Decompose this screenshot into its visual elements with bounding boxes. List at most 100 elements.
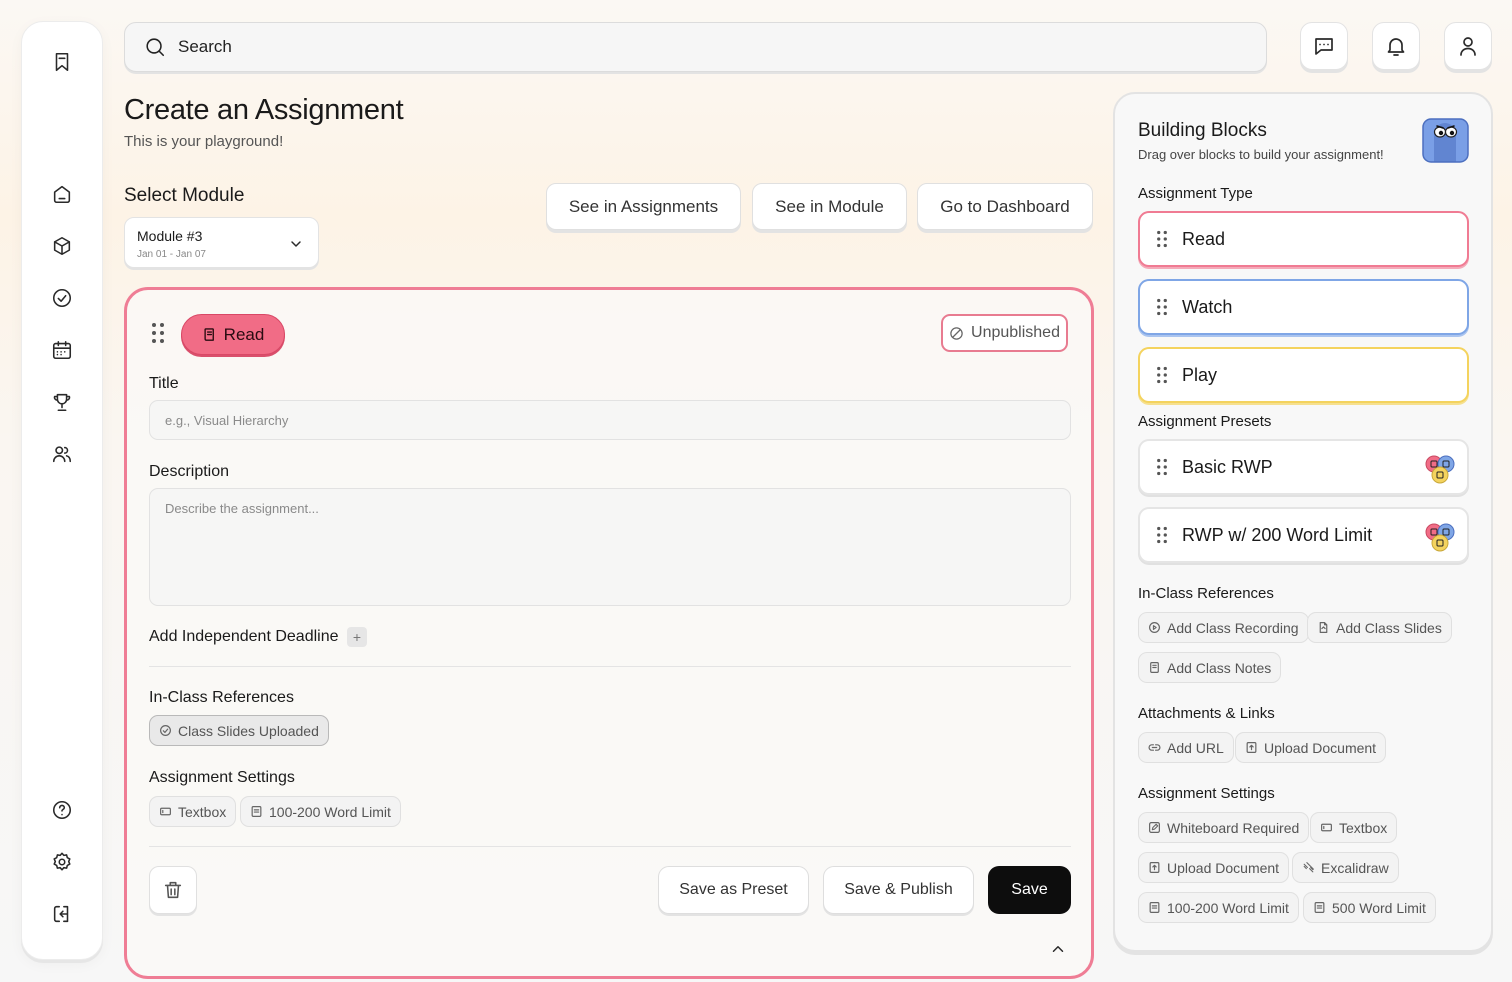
- bell-icon: [1384, 34, 1408, 58]
- chip-label: 100-200 Word Limit: [1167, 899, 1289, 916]
- references-label: In-Class References: [149, 689, 294, 706]
- chip-label: Excalidraw: [1321, 859, 1389, 876]
- setting-chip-textbox[interactable]: Textbox: [149, 796, 237, 827]
- see-in-assignments-button[interactable]: See in Assignments: [546, 183, 741, 230]
- save-as-preset-button[interactable]: Save as Preset: [658, 866, 809, 914]
- panel-title: Building Blocks: [1138, 120, 1267, 141]
- module-select[interactable]: Module #3 Jan 01 - Jan 07: [124, 217, 319, 268]
- add-class-slides-chip[interactable]: Add Class Slides: [1307, 612, 1452, 643]
- home-icon[interactable]: [51, 183, 73, 205]
- upload-document-setting-chip[interactable]: Upload Document: [1138, 852, 1290, 883]
- panel-subtitle: Drag over blocks to build your assignmen…: [1138, 147, 1384, 162]
- assignment-type-badge[interactable]: Read: [181, 314, 285, 355]
- block-label: RWP w/ 200 Word Limit: [1182, 524, 1373, 545]
- chip-label: Add Class Recording: [1167, 619, 1299, 636]
- assignment-type-label: Read: [223, 324, 265, 344]
- chip-label: Upload Document: [1264, 739, 1377, 756]
- add-class-notes-chip[interactable]: Add Class Notes: [1138, 652, 1282, 683]
- word-limit-icon: [1148, 901, 1161, 914]
- see-in-module-button[interactable]: See in Module: [752, 183, 907, 230]
- drag-handle-icon: [1156, 230, 1168, 248]
- excalidraw-chip[interactable]: Excalidraw: [1292, 852, 1399, 883]
- mascot-icon: [1422, 118, 1469, 163]
- cube-icon[interactable]: [51, 235, 73, 257]
- upload-icon: [1245, 741, 1258, 754]
- textbox-icon: [1320, 821, 1333, 834]
- chip-label: Upload Document: [1167, 859, 1280, 876]
- rwp-badge-icon: [1423, 454, 1457, 486]
- description-label: Description: [149, 463, 230, 480]
- attachments-label: Attachments & Links: [1138, 705, 1275, 722]
- check-circle-icon[interactable]: [51, 287, 73, 309]
- chip-label: Add Class Notes: [1167, 659, 1272, 676]
- block-label: Play: [1182, 364, 1218, 385]
- trophy-icon[interactable]: [51, 391, 73, 413]
- search-icon: [144, 36, 166, 58]
- publish-status-label: Unpublished: [971, 324, 1060, 341]
- add-deadline-button[interactable]: +: [347, 627, 367, 647]
- word-limit-500-chip[interactable]: 500 Word Limit: [1303, 892, 1436, 923]
- plus-icon: +: [352, 629, 362, 645]
- upload-document-chip[interactable]: Upload Document: [1235, 732, 1387, 763]
- user-icon: [1456, 34, 1480, 58]
- search-input[interactable]: [178, 37, 1078, 57]
- module-dates: Jan 01 - Jan 07: [137, 249, 206, 260]
- deadline-label: Add Independent Deadline: [149, 628, 339, 645]
- divider: [149, 666, 1071, 667]
- save-button[interactable]: Save: [988, 866, 1071, 914]
- chip-label: Add Class Slides: [1336, 619, 1442, 636]
- rwp-badge-icon: [1423, 522, 1457, 554]
- presets-label: Assignment Presets: [1138, 413, 1272, 430]
- block-play[interactable]: Play: [1138, 347, 1469, 403]
- drag-handle-icon: [1156, 366, 1168, 384]
- sidebar: [21, 21, 103, 960]
- chevron-up-icon[interactable]: [1049, 940, 1067, 958]
- messages-button[interactable]: [1300, 22, 1348, 70]
- add-url-chip[interactable]: Add URL: [1138, 732, 1234, 763]
- block-read[interactable]: Read: [1138, 211, 1469, 267]
- word-limit-icon: [1313, 901, 1326, 914]
- calendar-icon[interactable]: [51, 339, 73, 361]
- preset-basic-rwp[interactable]: Basic RWP: [1138, 439, 1469, 495]
- title-input[interactable]: [149, 400, 1071, 440]
- chip-label: Add URL: [1167, 739, 1224, 756]
- preset-rwp-200[interactable]: RWP w/ 200 Word Limit: [1138, 507, 1469, 563]
- building-blocks-panel: Building Blocks Drag over blocks to buil…: [1113, 92, 1493, 952]
- reference-chip[interactable]: Class Slides Uploaded: [149, 715, 329, 746]
- textbox-chip[interactable]: Textbox: [1310, 812, 1398, 843]
- word-limit-200-chip[interactable]: 100-200 Word Limit: [1138, 892, 1299, 923]
- notifications-button[interactable]: [1372, 22, 1420, 70]
- select-module-label: Select Module: [124, 185, 245, 206]
- save-and-publish-button[interactable]: Save & Publish: [823, 866, 974, 914]
- gear-icon[interactable]: [51, 851, 73, 873]
- go-to-dashboard-button[interactable]: Go to Dashboard: [917, 183, 1093, 230]
- link-icon: [1148, 741, 1161, 754]
- divider: [149, 846, 1071, 847]
- setting-chip-word-limit[interactable]: 100-200 Word Limit: [240, 796, 401, 827]
- drag-handle-icon: [1156, 298, 1168, 316]
- delete-button[interactable]: [149, 866, 197, 914]
- settings-label: Assignment Settings: [149, 769, 295, 786]
- panel-settings-label: Assignment Settings: [1138, 785, 1275, 802]
- book-icon: [202, 327, 217, 342]
- add-class-recording-chip[interactable]: Add Class Recording: [1138, 612, 1309, 643]
- edit-icon: [1148, 821, 1161, 834]
- chat-icon: [1312, 34, 1336, 58]
- users-icon[interactable]: [51, 443, 73, 465]
- bookmark-icon[interactable]: [51, 51, 73, 73]
- notes-icon: [1148, 661, 1161, 674]
- logout-icon[interactable]: [51, 903, 73, 925]
- description-textarea[interactable]: [149, 488, 1071, 606]
- assignment-editor: Read Unpublished Title Description Add I…: [124, 287, 1094, 979]
- profile-button[interactable]: [1444, 22, 1492, 70]
- block-watch[interactable]: Watch: [1138, 279, 1469, 335]
- chip-label: Textbox: [1339, 819, 1388, 836]
- whiteboard-required-chip[interactable]: Whiteboard Required: [1138, 812, 1310, 843]
- drag-handle-icon[interactable]: [151, 322, 165, 344]
- publish-status-badge[interactable]: Unpublished: [941, 314, 1068, 352]
- slides-icon: [1317, 621, 1330, 634]
- play-circle-icon: [1148, 621, 1161, 634]
- block-label: Read: [1182, 228, 1226, 249]
- help-icon[interactable]: [51, 799, 73, 821]
- panel-references-label: In-Class References: [1138, 585, 1274, 602]
